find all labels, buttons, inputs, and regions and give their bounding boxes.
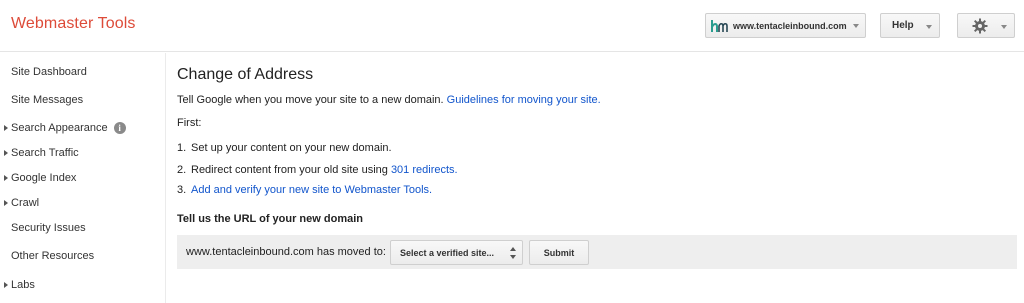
gear-icon	[972, 18, 988, 34]
sidebar: Site Dashboard Site Messages Search Appe…	[0, 53, 166, 303]
submit-button[interactable]: Submit	[529, 240, 589, 265]
expand-arrow-icon	[4, 200, 8, 206]
step-item: 1. Set up your content on your new domain…	[177, 142, 392, 154]
site-favicon-icon	[711, 19, 728, 32]
chevron-down-icon	[926, 25, 932, 29]
sidebar-item-other-resources[interactable]: Other Resources	[0, 248, 94, 264]
sidebar-item-label: Site Dashboard	[11, 66, 87, 78]
step-item: 2. Redirect content from your old site us…	[177, 164, 458, 176]
site-selector[interactable]: www.tentacleinbound.com	[705, 13, 866, 38]
first-label: First:	[177, 117, 202, 129]
verified-site-select-value: Select a verified site...	[400, 248, 495, 258]
app-title[interactable]: Webmaster Tools	[11, 15, 136, 33]
guidelines-link[interactable]: Guidelines for moving your site.	[447, 94, 601, 106]
intro-text: Tell Google when you move your site to a…	[177, 94, 601, 106]
settings-button[interactable]	[957, 13, 1015, 38]
sidebar-item-site-messages[interactable]: Site Messages	[0, 92, 83, 108]
help-button[interactable]: Help	[880, 13, 940, 38]
sidebar-item-google-index[interactable]: Google Index	[0, 170, 76, 186]
verified-site-select[interactable]: Select a verified site...	[390, 240, 523, 265]
form-heading: Tell us the URL of your new domain	[177, 213, 363, 225]
help-button-label: Help	[892, 20, 914, 31]
sidebar-item-crawl[interactable]: Crawl	[0, 195, 39, 211]
expand-arrow-icon	[4, 150, 8, 156]
sidebar-item-label: Search Traffic	[11, 147, 79, 159]
step-text: Redirect content from your old site usin…	[191, 164, 388, 176]
expand-arrow-icon	[4, 282, 8, 288]
sidebar-item-site-dashboard[interactable]: Site Dashboard	[0, 64, 87, 80]
page-title: Change of Address	[177, 66, 314, 83]
info-icon[interactable]: i	[113, 122, 126, 134]
change-address-form: www.tentacleinbound.com has moved to: Se…	[177, 235, 1017, 269]
intro-description: Tell Google when you move your site to a…	[177, 94, 444, 106]
sidebar-item-search-appearance[interactable]: Search Appearance i	[0, 120, 126, 136]
select-arrows-icon	[510, 247, 516, 259]
step-text: Set up your content on your new domain.	[191, 142, 392, 154]
expand-arrow-icon	[4, 175, 8, 181]
sidebar-item-search-traffic[interactable]: Search Traffic	[0, 145, 79, 161]
sidebar-item-label: Crawl	[11, 197, 40, 209]
add-verify-site-link[interactable]: Add and verify your new site to Webmaste…	[191, 184, 432, 196]
step-number: 1.	[177, 142, 187, 154]
sidebar-item-label: Search Appearance	[11, 122, 108, 134]
sidebar-item-label: Other Resources	[11, 250, 95, 262]
sidebar-item-labs[interactable]: Labs	[0, 277, 35, 293]
sidebar-item-label: Site Messages	[11, 94, 84, 106]
sidebar-item-label: Labs	[11, 279, 35, 291]
sidebar-item-security-issues[interactable]: Security Issues	[0, 220, 86, 236]
moved-from-text: www.tentacleinbound.com has moved to:	[186, 246, 386, 258]
chevron-down-icon	[853, 24, 859, 28]
expand-arrow-icon	[4, 125, 8, 131]
sidebar-item-label: Google Index	[11, 172, 77, 184]
step-number: 3.	[177, 184, 187, 196]
step-item: 3. Add and verify your new site to Webmas…	[177, 184, 432, 196]
chevron-down-icon	[1001, 25, 1007, 29]
step-number: 2.	[177, 164, 187, 176]
site-selector-value: www.tentacleinbound.com	[733, 20, 847, 31]
top-header: Webmaster Tools www.tentacleinbound.com …	[0, 0, 1024, 52]
redirects-link[interactable]: 301 redirects.	[391, 164, 458, 176]
sidebar-item-label: Security Issues	[11, 222, 86, 234]
